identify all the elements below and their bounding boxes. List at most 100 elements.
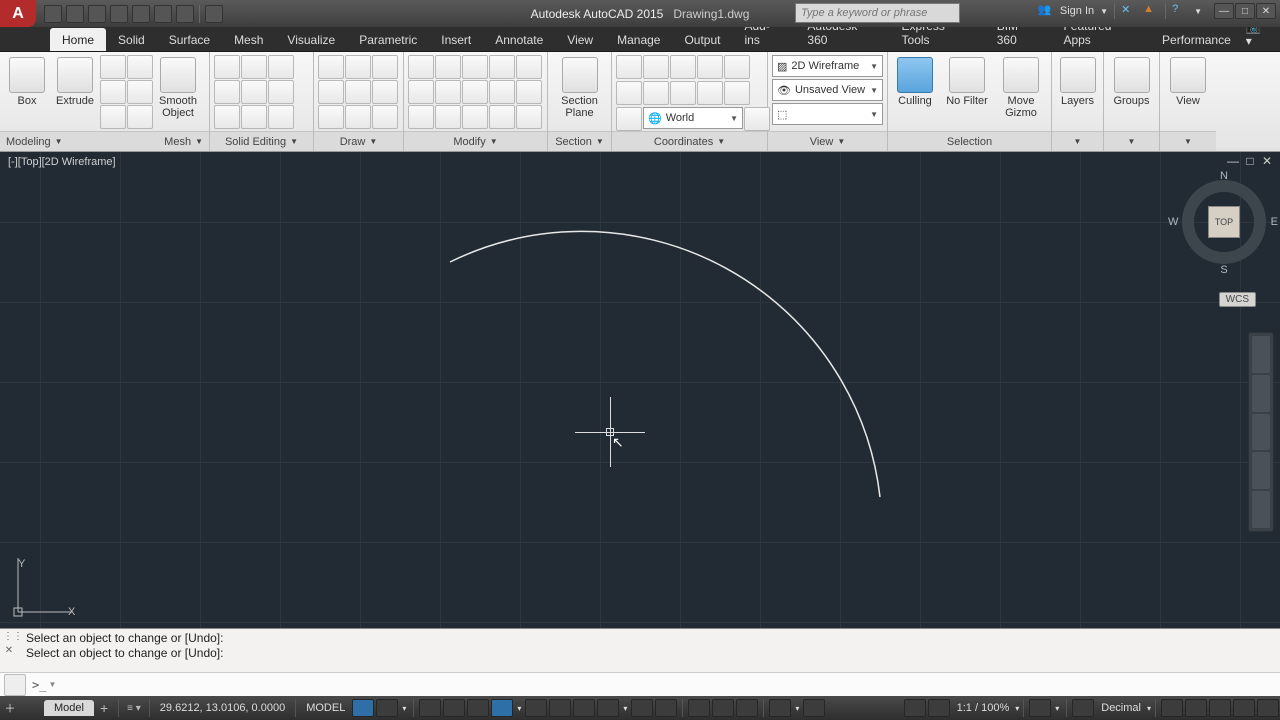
tab-performance[interactable]: Performance (1150, 28, 1243, 51)
qat-open-icon[interactable] (66, 5, 84, 23)
view-button[interactable]: View (1165, 55, 1211, 131)
otrack-toggle[interactable] (549, 699, 571, 717)
tab-parametric[interactable]: Parametric (347, 28, 429, 51)
modeling-tool[interactable] (100, 105, 126, 129)
coord-tool[interactable] (616, 81, 642, 105)
cmd-close-icon[interactable]: ✕ (3, 645, 15, 657)
smooth-object-button[interactable]: Smooth Object (155, 55, 201, 131)
mod-tool[interactable] (462, 55, 488, 79)
3dosnap-toggle[interactable] (525, 699, 547, 717)
clean-screen-icon[interactable] (1233, 699, 1255, 717)
anno-vis-icon[interactable] (928, 699, 950, 717)
tab-visualize[interactable]: Visualize (275, 28, 347, 51)
tab-surface[interactable]: Surface (157, 28, 222, 51)
coord-tool[interactable] (697, 81, 723, 105)
coord-tool[interactable] (643, 81, 669, 105)
modeling-tool[interactable] (127, 105, 153, 129)
se-tool[interactable] (241, 105, 267, 129)
navigation-bar[interactable] (1248, 332, 1274, 532)
ws-switch-icon[interactable] (1029, 699, 1051, 717)
dyn-toggle[interactable] (597, 699, 619, 717)
nav-wheel-icon[interactable] (1252, 336, 1270, 373)
ws-toggle[interactable] (769, 699, 791, 717)
polar-toggle[interactable] (443, 699, 465, 717)
mod-tool[interactable] (462, 80, 488, 104)
modeling-tool[interactable] (100, 55, 126, 79)
box-button[interactable]: Box (4, 55, 50, 131)
signin-button[interactable]: Sign In (1060, 5, 1094, 17)
coord-tool[interactable] (724, 55, 750, 79)
add-layout-icon[interactable]: + (94, 700, 114, 716)
ducs-toggle[interactable] (573, 699, 595, 717)
space-mode[interactable]: MODEL (300, 702, 351, 714)
layout-plus-icon[interactable]: ＋ (0, 700, 20, 716)
draw-tool[interactable] (318, 80, 344, 104)
wcs-badge[interactable]: WCS (1219, 292, 1256, 307)
section-plane-button[interactable]: Section Plane (557, 55, 603, 131)
culling-button[interactable]: Culling (892, 55, 938, 131)
iso-icon[interactable] (1209, 699, 1231, 717)
anno-mon-toggle[interactable] (803, 699, 825, 717)
nav-orbit-icon[interactable] (1252, 452, 1270, 489)
viewcube-face[interactable]: TOP (1208, 206, 1240, 238)
nav-showmotion-icon[interactable] (1252, 491, 1270, 528)
qat-save-icon[interactable] (88, 5, 106, 23)
customize-status-icon[interactable] (1257, 699, 1279, 717)
search-input[interactable] (795, 3, 960, 23)
mod-tool[interactable] (408, 55, 434, 79)
draw-tool[interactable] (318, 55, 344, 79)
scale-readout[interactable]: 1:1 / 100% (951, 702, 1016, 714)
mod-tool[interactable] (408, 105, 434, 129)
tpy-toggle[interactable] (655, 699, 677, 717)
osnap-toggle[interactable] (491, 699, 513, 717)
no-filter-button[interactable]: No Filter (940, 55, 994, 131)
mod-tool[interactable] (489, 80, 515, 104)
se-tool[interactable] (241, 80, 267, 104)
qat-plot-icon[interactable] (132, 5, 150, 23)
coord-tool[interactable] (724, 81, 750, 105)
mod-tool[interactable] (489, 55, 515, 79)
se-tool[interactable] (268, 105, 294, 129)
grid-toggle[interactable] (352, 699, 374, 717)
view-tool-combo[interactable]: ⬚▼ (772, 103, 883, 125)
se-tool[interactable] (268, 55, 294, 79)
anno-scale-icon[interactable] (904, 699, 926, 717)
modeling-tool[interactable] (127, 55, 153, 79)
coord-tool[interactable] (670, 81, 696, 105)
qat-undo-icon[interactable] (154, 5, 172, 23)
modeling-tool[interactable] (100, 80, 126, 104)
draw-tool[interactable] (372, 55, 398, 79)
move-gizmo-button[interactable]: Move Gizmo (996, 55, 1046, 131)
layout-list-icon[interactable]: ≡ ▾ (123, 703, 145, 714)
draw-tool[interactable] (372, 105, 398, 129)
mod-tool[interactable] (435, 80, 461, 104)
viewcube[interactable]: TOP N S E W (1182, 180, 1266, 264)
coord-tool[interactable] (670, 55, 696, 79)
help-icon[interactable]: ? (1172, 3, 1188, 19)
qat-saveas-icon[interactable] (110, 5, 128, 23)
exchange-icon[interactable]: ✕ (1121, 3, 1137, 19)
se-tool[interactable] (214, 105, 240, 129)
coord-tool[interactable] (616, 107, 642, 131)
command-input-bar[interactable]: >_ ▼ (0, 672, 1280, 696)
drawing-area[interactable]: [-][Top][2D Wireframe] — □ ✕ ↖ Y X TOP N… (0, 152, 1280, 628)
qat-redo-icon[interactable] (176, 5, 194, 23)
se-tool[interactable] (214, 80, 240, 104)
hw-accel-icon[interactable] (1185, 699, 1207, 717)
mod-tool[interactable] (462, 105, 488, 129)
coord-tool[interactable] (744, 107, 770, 131)
se-tool[interactable] (268, 80, 294, 104)
qat-new-icon[interactable] (44, 5, 62, 23)
mod-tool[interactable] (408, 80, 434, 104)
tab-manage[interactable]: Manage (605, 28, 672, 51)
named-view-combo[interactable]: 👁Unsaved View▼ (772, 79, 883, 101)
draw-tool[interactable] (318, 105, 344, 129)
coord-tool[interactable] (697, 55, 723, 79)
groups-button[interactable]: Groups (1109, 55, 1155, 131)
cmd-customize-icon[interactable] (4, 674, 26, 696)
draw-tool[interactable] (345, 80, 371, 104)
tab-annotate[interactable]: Annotate (483, 28, 555, 51)
world-combo[interactable]: 🌐World▼ (643, 107, 743, 129)
tab-insert[interactable]: Insert (429, 28, 483, 51)
tab-solid[interactable]: Solid (106, 28, 157, 51)
